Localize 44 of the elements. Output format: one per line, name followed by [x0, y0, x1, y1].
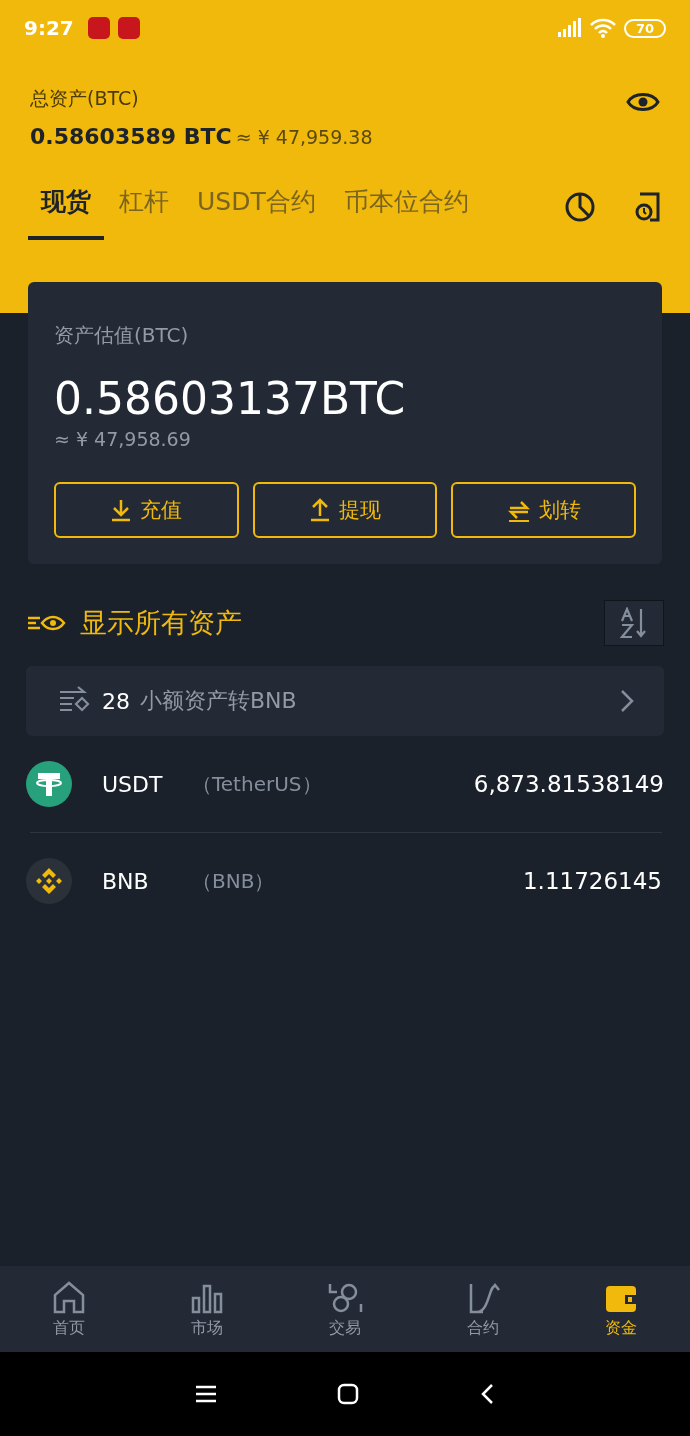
total-assets-approx: ≈ ¥ 47,959.38 [235, 126, 373, 148]
coin-amount: 6,873.81538149 [473, 771, 664, 797]
coin-name: （TetherUS） [192, 770, 322, 798]
nav-item[interactable]: 首页 [0, 1266, 138, 1352]
back-icon[interactable] [479, 1383, 495, 1405]
battery-icon: 70 [623, 18, 666, 38]
chevron-right-icon [620, 689, 634, 713]
pie-chart-icon[interactable] [564, 190, 596, 223]
transfer-button[interactable]: 划转 [451, 482, 636, 538]
valuation-label: 资产估值(BTC) [54, 322, 190, 349]
nav-item[interactable]: 市场 [138, 1266, 276, 1352]
show-all-assets-toggle[interactable]: 显示所有资产 [26, 605, 242, 641]
app-icon [87, 17, 110, 39]
upload-icon [309, 498, 331, 522]
coin-symbol: BNB [102, 868, 150, 894]
total-assets-label: 总资产(BTC) [30, 86, 140, 111]
withdraw-button[interactable]: 提现 [252, 482, 438, 538]
transfer-icon [506, 498, 531, 522]
coin-symbol: USDT [102, 771, 164, 797]
nav-item[interactable]: 合约 [414, 1266, 552, 1352]
convert-small-assets-row[interactable]: 28 小额资产转BNB [26, 666, 664, 736]
deposit-button[interactable]: 充值 [54, 482, 239, 538]
eye-icon[interactable] [626, 90, 660, 114]
valuation-approx: ≈ ¥ 47,958.69 [54, 428, 192, 450]
sort-button[interactable] [604, 600, 664, 646]
nav-item[interactable]: 交易 [276, 1266, 414, 1352]
app-icon [117, 17, 140, 39]
tab[interactable]: 现货 [28, 173, 104, 240]
coin-icon [26, 858, 72, 904]
sort-icon [619, 607, 649, 639]
valuation-value: 0.58603137BTC [54, 373, 407, 424]
status-time: 9:27 [24, 16, 74, 40]
home-icon[interactable] [337, 1383, 359, 1405]
total-assets-value: 0.58603589 BTC [30, 124, 232, 149]
menu-icon[interactable] [195, 1384, 217, 1404]
coin-icon [26, 761, 72, 807]
coin-amount: 1.11726145 [523, 868, 662, 894]
eye-icon [26, 613, 66, 633]
coin-name: （BNB） [192, 867, 275, 895]
nav-item[interactable]: 资金 [552, 1266, 690, 1352]
home-icon [51, 1279, 87, 1316]
signal-icon [555, 18, 582, 38]
download-icon [110, 498, 133, 522]
wifi-icon [589, 18, 616, 38]
